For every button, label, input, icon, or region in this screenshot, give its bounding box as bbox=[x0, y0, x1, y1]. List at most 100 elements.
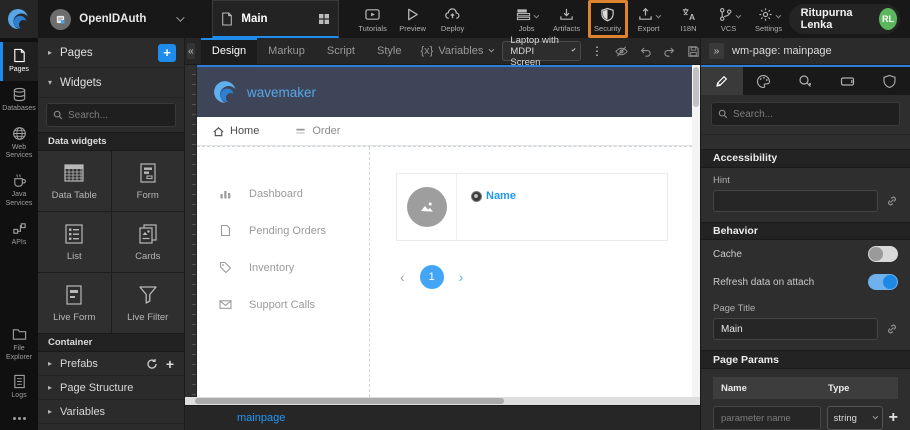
active-page-name[interactable]: mainpage bbox=[237, 412, 285, 424]
more-icon[interactable] bbox=[0, 407, 38, 430]
rail-spacer bbox=[0, 253, 38, 321]
tutorials-button[interactable]: Tutorials bbox=[353, 1, 393, 37]
tab-device[interactable] bbox=[826, 67, 868, 95]
widget-search-input[interactable] bbox=[68, 110, 169, 121]
refresh-icon[interactable] bbox=[146, 358, 158, 370]
menu-inventory[interactable]: Inventory bbox=[197, 249, 369, 286]
item-badge-icon bbox=[471, 191, 482, 202]
menu-support-calls[interactable]: Support Calls bbox=[197, 286, 369, 323]
left-icon-rail: Pages Databases Web Services Java Servic… bbox=[0, 38, 38, 430]
properties-search[interactable] bbox=[711, 102, 900, 126]
wavemaker-logo[interactable] bbox=[0, 0, 38, 38]
jobs-button[interactable]: Jobs bbox=[507, 1, 547, 37]
preview-button[interactable]: Preview bbox=[393, 1, 433, 37]
picture-icon bbox=[417, 197, 437, 217]
tab-properties[interactable] bbox=[701, 67, 743, 95]
sidebar-item-databases[interactable]: Databases bbox=[0, 81, 38, 120]
tab-advanced-search[interactable] bbox=[785, 67, 827, 95]
pagination-next-icon[interactable]: › bbox=[459, 269, 464, 285]
sidebar-item-file-explorer[interactable]: File Explorer bbox=[0, 321, 38, 369]
project-selector[interactable]: OpenIDAuth bbox=[38, 0, 196, 38]
variables-section[interactable]: ▸ Variables bbox=[38, 400, 184, 424]
tab-design[interactable]: Design bbox=[201, 38, 257, 65]
nav-home[interactable]: Home bbox=[213, 125, 259, 137]
bind-link-icon[interactable] bbox=[886, 323, 898, 335]
widget-form[interactable]: Form bbox=[112, 151, 185, 211]
section-behavior[interactable]: Behavior bbox=[701, 222, 910, 241]
vcs-button[interactable]: VCS bbox=[709, 1, 749, 37]
redo-icon[interactable] bbox=[663, 45, 676, 58]
toggle-visibility-icon[interactable] bbox=[615, 45, 628, 58]
chevron-down-icon bbox=[534, 12, 540, 18]
canvas-action-icons bbox=[615, 45, 700, 58]
menu-pending-orders[interactable]: Pending Orders bbox=[197, 212, 369, 249]
add-param-button[interactable]: + bbox=[889, 410, 898, 426]
item-name-link[interactable]: Name bbox=[486, 190, 516, 202]
pages-file-icon bbox=[12, 48, 27, 63]
page-tab-main[interactable]: Main bbox=[212, 0, 338, 38]
live-filter-funnel-icon bbox=[136, 283, 160, 307]
sidebar-item-apis[interactable]: APIs bbox=[0, 215, 38, 254]
sidebar-item-logs[interactable]: Logs bbox=[0, 368, 38, 407]
section-accessibility[interactable]: Accessibility bbox=[701, 149, 910, 168]
cache-toggle[interactable] bbox=[868, 246, 898, 262]
canvas-vertical-scrollbar[interactable] bbox=[692, 65, 700, 397]
settings-button[interactable]: Settings bbox=[749, 1, 789, 37]
collapse-left-panel-button[interactable]: « bbox=[187, 43, 195, 59]
tab-style[interactable]: Style bbox=[366, 38, 412, 65]
save-icon[interactable] bbox=[687, 45, 700, 58]
page-preview[interactable]: wavemaker Home Order bbox=[197, 65, 692, 397]
undo-icon[interactable] bbox=[639, 45, 652, 58]
pages-section-header[interactable]: ▸ Pages + bbox=[38, 38, 184, 68]
device-select[interactable]: Laptop with MDPI Screen bbox=[502, 41, 581, 61]
pagination-prev-icon[interactable]: ‹ bbox=[400, 269, 405, 285]
bar-chart-icon bbox=[219, 187, 232, 200]
deploy-button[interactable]: Deploy bbox=[433, 1, 473, 37]
sidebar-item-java-services[interactable]: Java Services bbox=[0, 167, 38, 215]
nav-order[interactable]: Order bbox=[295, 125, 340, 137]
settings-gear-icon bbox=[758, 7, 773, 22]
section-page-params[interactable]: Page Params bbox=[701, 350, 910, 369]
widget-search[interactable] bbox=[46, 103, 176, 127]
preview-navbar: Home Order bbox=[197, 117, 692, 146]
widget-list[interactable]: List bbox=[38, 212, 111, 272]
list-item-card[interactable]: Name bbox=[396, 173, 668, 241]
pagination-page-1[interactable]: 1 bbox=[420, 265, 444, 289]
widget-data-table[interactable]: Data Table bbox=[38, 151, 111, 211]
expand-panel-button[interactable]: » bbox=[709, 43, 724, 59]
properties-search-input[interactable] bbox=[733, 109, 893, 120]
page-structure-section[interactable]: ▸ Page Structure bbox=[38, 376, 184, 400]
widget-live-form[interactable]: Live Form bbox=[38, 273, 111, 333]
tab-styles[interactable] bbox=[743, 67, 785, 95]
variables-dropdown[interactable]: {x} Variables bbox=[420, 45, 492, 57]
security-button[interactable]: Security bbox=[588, 0, 628, 38]
artifacts-button[interactable]: Artifacts bbox=[547, 1, 587, 37]
add-page-button[interactable]: + bbox=[158, 44, 176, 62]
i18n-button[interactable]: A I18N bbox=[669, 1, 709, 37]
bind-link-icon[interactable] bbox=[886, 195, 898, 207]
tab-markup[interactable]: Markup bbox=[257, 38, 316, 65]
add-prefab-icon[interactable]: + bbox=[166, 357, 174, 371]
kebab-menu-icon[interactable]: ⋮ bbox=[591, 44, 603, 58]
page-tab-label: Main bbox=[241, 13, 309, 25]
grid-icon[interactable] bbox=[318, 13, 330, 25]
sidebar-item-web-services[interactable]: Web Services bbox=[0, 120, 38, 168]
prefabs-section[interactable]: ▸ Prefabs + bbox=[38, 352, 184, 376]
canvas-horizontal-scrollbar[interactable] bbox=[185, 397, 700, 405]
widgets-section-header[interactable]: ▾ Widgets bbox=[38, 68, 184, 98]
refresh-data-toggle[interactable] bbox=[868, 274, 898, 290]
tab-script[interactable]: Script bbox=[316, 38, 366, 65]
image-placeholder bbox=[397, 174, 457, 240]
param-name-input[interactable] bbox=[713, 406, 821, 430]
tab-security[interactable] bbox=[868, 67, 910, 95]
export-button[interactable]: I18N Export bbox=[629, 1, 669, 37]
widget-cards[interactable]: Cards bbox=[112, 212, 185, 272]
sidebar-item-pages[interactable]: Pages bbox=[0, 42, 38, 81]
user-menu[interactable]: Ritupurna Lenka RL bbox=[789, 4, 900, 34]
page-title-input[interactable] bbox=[713, 318, 878, 340]
param-type-select[interactable]: string bbox=[827, 406, 883, 430]
shield-outline-icon bbox=[882, 74, 897, 89]
hint-input[interactable] bbox=[713, 190, 878, 212]
widget-live-filter[interactable]: Live Filter bbox=[112, 273, 185, 333]
menu-dashboard[interactable]: Dashboard bbox=[197, 175, 369, 212]
